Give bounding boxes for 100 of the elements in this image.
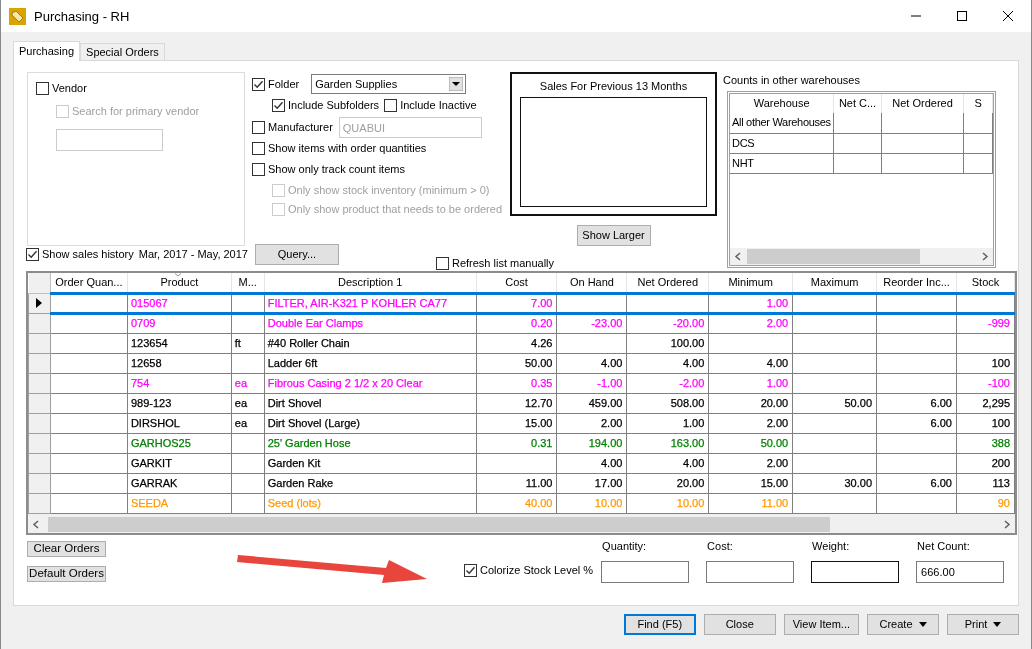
checkbox[interactable] (272, 99, 285, 112)
table-cell: -23.00 (556, 313, 627, 333)
button[interactable]: Close (703, 614, 776, 635)
table-cell: #40 Roller Chain (264, 333, 477, 353)
total-field[interactable] (706, 561, 795, 583)
button[interactable]: Create (867, 614, 939, 635)
column-header[interactable]: Cost (476, 273, 557, 293)
table-cell: 459.00 (556, 393, 627, 413)
checkbox-label: Manufacturer (268, 122, 333, 133)
checkbox[interactable] (26, 248, 39, 261)
field-label: Quantity: (602, 541, 648, 554)
button[interactable]: View Item... (783, 614, 859, 635)
checkbox[interactable] (384, 99, 398, 112)
column-header[interactable]: Order Quan... (50, 273, 128, 293)
table-cell: DIRSHOL (127, 413, 232, 433)
column-header[interactable]: Product (127, 273, 232, 293)
table-cell: SEEDA (127, 493, 232, 513)
checkbox-label: Only show product that needs to be ordered (288, 204, 503, 215)
tab[interactable]: Special Orders (80, 43, 165, 60)
table-cell: Dirt Shovel (Large) (264, 413, 477, 433)
checkbox-label: Colorize Stock Level % (480, 565, 594, 576)
button[interactable]: Show Larger (576, 225, 651, 246)
button[interactable]: Find (F5) (623, 614, 696, 635)
table-cell: 40.00 (476, 493, 557, 513)
table-cell: 50.00 (476, 353, 557, 373)
table-cell: 163.00 (626, 433, 709, 453)
sort-icon (173, 273, 182, 277)
table-cell: 6.00 (876, 393, 957, 413)
checkbox[interactable] (36, 82, 49, 95)
table-cell: -100 (956, 373, 1015, 393)
checkbox-label: Show items with order quantities (268, 143, 427, 154)
tab[interactable]: Purchasing (13, 41, 81, 61)
table-cell: 25' Garden Hose (264, 433, 477, 453)
table-cell: 2.00 (708, 453, 793, 473)
button[interactable]: Print (947, 614, 1019, 635)
horizontal-scrollbar[interactable] (730, 248, 993, 265)
scrollbar-thumb[interactable] (48, 517, 830, 532)
table-cell: 388 (956, 433, 1015, 453)
table-cell: 2,295 (956, 393, 1015, 413)
column-header[interactable]: Net Ordered (881, 94, 964, 113)
checkbox[interactable] (252, 142, 265, 155)
table-cell: Ladder 6ft (264, 353, 477, 373)
column-header[interactable]: Net C... (833, 94, 882, 113)
table-cell: 50.00 (708, 433, 793, 453)
table-cell: DCS (730, 133, 834, 153)
table-cell: 989-123 (127, 393, 232, 413)
checkbox[interactable] (464, 564, 477, 577)
folder-dropdown[interactable]: Garden Supplies (311, 74, 467, 94)
table-cell: Fibrous Casing 2 1/2 x 20 Clear (264, 373, 477, 393)
caret-icon (993, 622, 1002, 627)
table-cell: 20.00 (626, 473, 709, 493)
caret-icon (918, 622, 927, 627)
checkbox[interactable] (252, 77, 265, 91)
row-header[interactable] (28, 293, 51, 313)
table-cell: 100 (956, 353, 1015, 373)
total-field[interactable] (811, 561, 900, 583)
column-header[interactable]: Warehouse (730, 94, 834, 113)
button[interactable]: Clear Orders (27, 541, 106, 557)
column-header[interactable]: Reorder Inc... (876, 273, 957, 293)
table-cell: Seed (lots) (264, 493, 477, 513)
total-field[interactable]: 666.00 (916, 561, 1005, 583)
column-header[interactable]: Stock (956, 273, 1015, 293)
table-cell: 4.00 (626, 353, 709, 373)
button[interactable]: Default Orders (27, 566, 106, 582)
table-cell: 4.00 (556, 453, 627, 473)
table-cell: 12658 (127, 353, 232, 373)
column-header[interactable]: Net Ordered (626, 273, 709, 293)
table-cell: 1.00 (626, 413, 709, 433)
maximize-icon (957, 11, 967, 21)
section-title: Counts in other warehouses (723, 75, 861, 86)
table-cell: NHT (730, 153, 834, 173)
button[interactable]: Query... (254, 244, 339, 265)
current-row-icon (36, 298, 43, 308)
scrollbar-thumb[interactable] (747, 249, 920, 264)
table-cell: 30.00 (792, 473, 877, 493)
checkbox-label: Refresh list manually (451, 258, 555, 269)
checkbox-label: Show only track count items (268, 164, 405, 175)
table-cell: 50.00 (792, 393, 877, 413)
column-header[interactable]: Minimum (708, 273, 793, 293)
column-header[interactable]: M... (231, 273, 265, 293)
field-label: Net Count: (917, 541, 971, 554)
checkbox-label: Vendor (52, 83, 87, 94)
vendor-field[interactable] (56, 129, 163, 151)
table-cell: 90 (956, 493, 1015, 513)
column-header[interactable]: Description 1 (264, 273, 477, 293)
table-cell: 100.00 (626, 333, 709, 353)
table-cell: 123654 (127, 333, 232, 353)
column-header[interactable]: Maximum (792, 273, 877, 293)
column-header[interactable]: S (963, 94, 993, 113)
caret-icon (449, 77, 464, 91)
table-cell: 0.35 (476, 373, 557, 393)
table-cell: -2.00 (626, 373, 709, 393)
checkbox[interactable] (435, 257, 449, 270)
checkbox[interactable] (252, 163, 265, 176)
table-cell: 754 (127, 373, 232, 393)
total-field[interactable] (601, 561, 690, 583)
column-header[interactable]: On Hand (556, 273, 627, 293)
table-cell: 4.00 (708, 353, 793, 373)
table-cell: -20.00 (626, 313, 709, 333)
table-cell: 4.00 (626, 453, 709, 473)
